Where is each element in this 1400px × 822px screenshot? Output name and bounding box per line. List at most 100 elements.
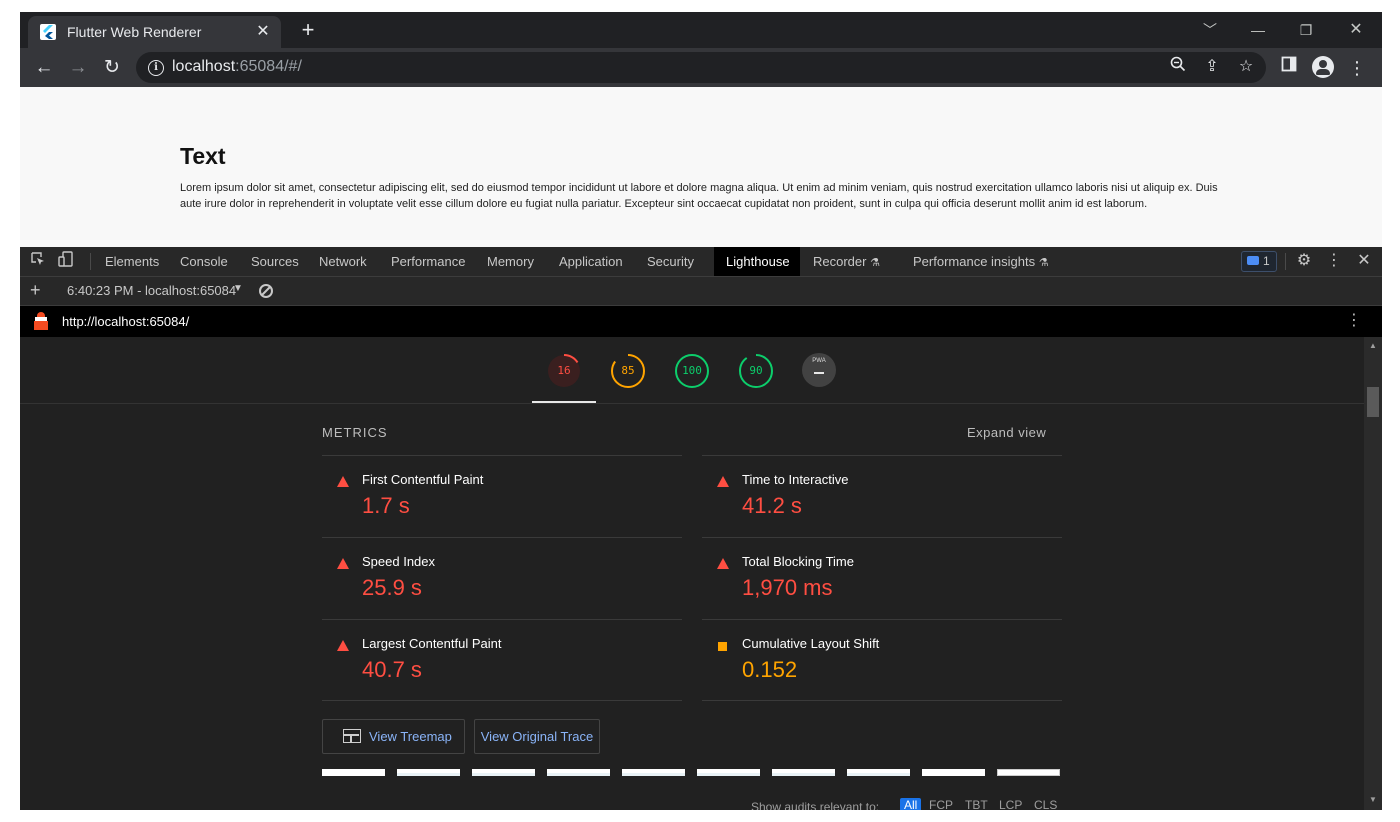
tab-lighthouse[interactable]: Lighthouse <box>714 247 800 276</box>
report-url[interactable]: http://localhost:65084/ <box>62 314 189 329</box>
expand-view-toggle[interactable]: Expand view <box>967 425 1046 440</box>
tab-performance-insights[interactable]: Performance insights ⚗ <box>901 247 1061 276</box>
filmstrip-frame <box>622 769 685 776</box>
filter-fcp[interactable]: FCP <box>929 798 953 810</box>
best-practices-gauge[interactable]: 100 <box>674 353 710 389</box>
bookmark-star-icon[interactable]: ☆ <box>1235 56 1257 78</box>
back-icon[interactable]: ← <box>32 56 56 80</box>
metrics-heading: METRICS <box>322 425 388 440</box>
filmstrip-frame <box>922 769 985 776</box>
lighthouse-report: 16 85 100 90 PWA METRICS Expand view Fir… <box>20 337 1382 810</box>
metric-total-blocking-time: Total Blocking Time 1,970 ms <box>702 537 1062 619</box>
browser-window: Flutter Web Renderer ✕ + ﹀ — ❐ ✕ ← → ↻ i… <box>20 12 1382 810</box>
tab-sources[interactable]: Sources <box>239 247 311 276</box>
scrollbar-thumb[interactable] <box>1367 387 1379 417</box>
filmstrip-frame <box>847 769 910 776</box>
treemap-icon <box>343 729 361 743</box>
share-icon[interactable]: ⇪ <box>1201 56 1223 78</box>
filmstrip-frame <box>322 769 385 776</box>
message-icon <box>1247 256 1259 265</box>
forward-icon[interactable]: → <box>66 56 90 80</box>
close-window-icon[interactable]: ✕ <box>1344 18 1368 42</box>
view-treemap-button[interactable]: View Treemap <box>322 719 465 754</box>
profile-avatar-icon[interactable] <box>1312 56 1334 78</box>
scroll-up-icon: ▲ <box>1369 341 1377 350</box>
close-tab-icon[interactable]: ✕ <box>253 22 273 42</box>
report-scrollbar[interactable]: ▲ ▼ <box>1364 337 1382 810</box>
settings-gear-icon[interactable]: ⚙ <box>1294 251 1314 271</box>
devtools-tab-bar: Elements Console Sources Network Perform… <box>20 247 1382 277</box>
filmstrip-frame <box>772 769 835 776</box>
tab-network[interactable]: Network <box>307 247 379 276</box>
new-tab-button[interactable]: + <box>296 18 320 42</box>
issues-badge[interactable]: 1 <box>1241 251 1277 272</box>
side-panel-icon[interactable] <box>1277 56 1301 80</box>
lighthouse-logo-icon <box>34 312 48 330</box>
flutter-icon <box>40 24 56 40</box>
web-page: Text Lorem ipsum dolor sit amet, consect… <box>20 87 1382 247</box>
filmstrip-frame <box>697 769 760 776</box>
filter-tbt[interactable]: TBT <box>965 798 988 810</box>
tab-security[interactable]: Security <box>635 247 706 276</box>
new-report-icon[interactable]: + <box>30 280 41 300</box>
filter-cls[interactable]: CLS <box>1034 798 1057 810</box>
tab-title: Flutter Web Renderer <box>67 24 202 40</box>
fail-triangle-icon <box>717 558 729 569</box>
tab-search-icon[interactable]: ﹀ <box>1198 18 1222 42</box>
device-toolbar-icon[interactable] <box>56 251 76 271</box>
site-info-icon[interactable]: i <box>148 60 164 76</box>
metric-first-contentful-paint: First Contentful Paint 1.7 s <box>322 455 682 537</box>
zoom-icon[interactable] <box>1167 56 1189 78</box>
filmstrip-frame <box>397 769 460 776</box>
active-gauge-indicator <box>532 401 596 403</box>
page-heading: Text <box>180 143 226 169</box>
seo-gauge[interactable]: 90 <box>738 353 774 389</box>
metric-largest-contentful-paint: Largest Contentful Paint 40.7 s <box>322 619 682 701</box>
average-square-icon <box>717 640 729 651</box>
lighthouse-report-bar: + 6:40:23 PM - localhost:65084 ▼ <box>20 277 1382 306</box>
experiment-flask-icon: ⚗ <box>1038 257 1049 269</box>
filmstrip-frame <box>472 769 535 776</box>
filter-all[interactable]: All <box>900 798 922 810</box>
url-text[interactable]: localhost:65084/#/ <box>172 58 302 76</box>
browser-toolbar: ← → ↻ i localhost:65084/#/ ⇪ ☆ ⋮ <box>20 48 1382 87</box>
tab-console[interactable]: Console <box>168 247 240 276</box>
tab-strip: Flutter Web Renderer ✕ + ﹀ — ❐ ✕ <box>20 12 1382 48</box>
minimize-icon[interactable]: — <box>1246 18 1270 42</box>
fail-triangle-icon <box>337 640 349 651</box>
lighthouse-url-bar: http://localhost:65084/ ⋮ <box>20 306 1382 337</box>
clear-reports-icon[interactable] <box>259 284 273 298</box>
metric-cumulative-layout-shift: Cumulative Layout Shift 0.152 <box>702 619 1062 701</box>
devtools-menu-icon[interactable]: ⋮ <box>1324 251 1344 271</box>
report-menu-icon[interactable]: ⋮ <box>1346 312 1362 330</box>
dropdown-arrow-icon[interactable]: ▼ <box>233 283 243 294</box>
tab-elements[interactable]: Elements <box>93 247 171 276</box>
tab-performance[interactable]: Performance <box>379 247 477 276</box>
metric-time-to-interactive: Time to Interactive 41.2 s <box>702 455 1062 537</box>
reload-icon[interactable]: ↻ <box>100 56 124 80</box>
menu-kebab-icon[interactable]: ⋮ <box>1345 56 1369 80</box>
inspect-element-icon[interactable] <box>28 251 48 271</box>
restore-icon[interactable]: ❐ <box>1294 18 1318 42</box>
page-paragraph: Lorem ipsum dolor sit amet, consectetur … <box>180 182 1218 210</box>
filter-lcp[interactable]: LCP <box>999 798 1022 810</box>
browser-tab[interactable]: Flutter Web Renderer ✕ <box>28 16 281 48</box>
audit-filter-label: Show audits relevant to: <box>751 800 880 810</box>
experiment-flask-icon: ⚗ <box>870 257 880 269</box>
fail-triangle-icon <box>717 476 729 487</box>
score-gauges: 16 85 100 90 PWA <box>20 337 1364 404</box>
performance-gauge[interactable]: 16 <box>546 353 582 389</box>
view-original-trace-button[interactable]: View Original Trace <box>474 719 600 754</box>
report-selector[interactable]: 6:40:23 PM - localhost:65084 <box>67 283 236 298</box>
filmstrip-frame <box>547 769 610 776</box>
fail-triangle-icon <box>337 558 349 569</box>
fail-triangle-icon <box>337 476 349 487</box>
close-devtools-icon[interactable]: ✕ <box>1354 251 1374 271</box>
tab-application[interactable]: Application <box>547 247 635 276</box>
address-bar[interactable]: i localhost:65084/#/ ⇪ ☆ <box>136 52 1266 83</box>
tab-memory[interactable]: Memory <box>475 247 546 276</box>
accessibility-gauge[interactable]: 85 <box>610 353 646 389</box>
tab-recorder[interactable]: Recorder ⚗ <box>801 247 892 276</box>
pwa-badge[interactable]: PWA <box>802 353 836 387</box>
scroll-down-icon: ▼ <box>1369 795 1377 804</box>
